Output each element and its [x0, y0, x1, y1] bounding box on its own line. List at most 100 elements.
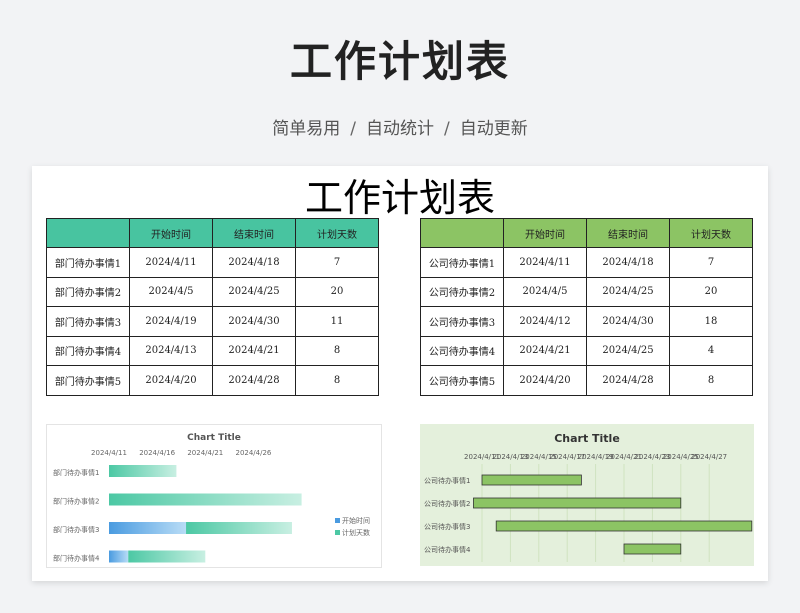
bar-planned-days	[109, 493, 302, 506]
department-plan-table: 开始时间 结束时间 计划天数 部门待办事情1 2024/4/11 2024/4/18…	[46, 218, 379, 396]
department-gantt-svg: Chart Title 2024/4/11 2024/4/16 2024/4/21 20…	[53, 433, 370, 563]
table-cell[interactable]: 20	[295, 276, 379, 307]
bar-planned-days	[186, 522, 292, 534]
table-cell[interactable]: 部门待办事情2	[46, 276, 130, 307]
table-cell[interactable]: 2024/4/19	[129, 306, 213, 337]
table-header-cell	[46, 218, 130, 248]
table-cell[interactable]: 8	[669, 365, 753, 396]
bar-planned-days	[109, 465, 177, 477]
table-cell[interactable]: 8	[295, 365, 379, 396]
table-cell[interactable]: 部门待办事情4	[46, 335, 130, 366]
table-cell[interactable]: 2024/4/11	[503, 247, 587, 278]
table-cell[interactable]: 2024/4/25	[586, 335, 670, 366]
table-header-cell: 计划天数	[295, 218, 379, 248]
page-title: 工作计划表	[289, 37, 510, 86]
table-cell[interactable]: 4	[669, 335, 753, 366]
table-cell[interactable]: 7	[669, 247, 753, 278]
gantt-bar	[623, 543, 682, 555]
table-row: 公司待办事情3 2024/4/12 2024/4/30 18	[420, 306, 753, 337]
page-subtitle: 简单易用 / 自动统计 / 自动更新	[0, 114, 800, 139]
y-category-label: 公司待办事情1	[424, 476, 470, 485]
y-category-label: 公司待办事情2	[424, 499, 470, 508]
table-header-cell: 开始时间	[129, 218, 213, 248]
table-cell[interactable]: 2024/4/25	[212, 276, 296, 307]
y-category-label: 公司待办事情3	[424, 522, 470, 531]
company-gantt-svg: Chart Title2024/4/112024/4/132024/4/1520…	[424, 432, 753, 562]
bar-planned-days	[128, 550, 206, 563]
table-cell[interactable]: 7	[295, 247, 379, 278]
legend-label: 计划天数	[342, 528, 370, 537]
legend-label: 开始时间	[342, 516, 370, 525]
bar-start-offset	[109, 550, 129, 563]
subtitle-part-2: 自动统计	[366, 119, 434, 139]
table-cell[interactable]: 2024/4/5	[129, 276, 213, 307]
table-cell[interactable]: 18	[669, 306, 753, 337]
gantt-bar	[481, 474, 582, 486]
x-tick-label: 2024/4/16	[139, 449, 175, 457]
table-header-cell: 开始时间	[503, 218, 587, 248]
table-cell[interactable]: 2024/4/20	[503, 365, 587, 396]
table-cell[interactable]: 2024/4/12	[503, 306, 587, 337]
y-category-label: 公司待办事情4	[424, 545, 471, 554]
y-category-label: 部门待办事情1	[53, 468, 99, 477]
company-plan-table: 开始时间 结束时间 计划天数 公司待办事情1 2024/4/11 2024/4/18…	[420, 218, 753, 396]
table-row: 部门待办事情2 2024/4/5 2024/4/25 20	[46, 276, 379, 307]
table-row: 部门待办事情3 2024/4/19 2024/4/30 11	[46, 306, 379, 337]
subtitle-part-3: 自动更新	[459, 119, 528, 139]
table-cell[interactable]: 2024/4/30	[586, 306, 670, 337]
gantt-bar	[495, 520, 753, 532]
table-cell[interactable]: 2024/4/25	[586, 276, 670, 307]
chart-title: Chart Title	[554, 432, 620, 445]
subtitle-part-1: 简单易用	[272, 119, 341, 139]
table-cell[interactable]: 部门待办事情3	[46, 306, 130, 337]
table-cell[interactable]: 11	[295, 306, 379, 337]
table-cell[interactable]: 部门待办事情5	[46, 365, 130, 396]
table-cell[interactable]: 2024/4/28	[586, 365, 670, 396]
gantt-bar	[473, 497, 682, 509]
table-cell[interactable]: 2024/4/13	[129, 335, 213, 366]
table-cell[interactable]: 2024/4/5	[503, 276, 587, 307]
table-cell[interactable]: 8	[295, 335, 379, 366]
y-category-label: 部门待办事情4	[53, 554, 100, 563]
table-header-cell: 结束时间	[212, 218, 296, 248]
table-row: 公司待办事情5 2024/4/20 2024/4/28 8	[420, 365, 753, 396]
table-header-cell: 结束时间	[586, 218, 670, 248]
legend-swatch-days	[335, 530, 340, 535]
table-header-cell	[420, 218, 504, 248]
table-cell[interactable]: 2024/4/21	[212, 335, 296, 366]
table-cell[interactable]: 2024/4/21	[503, 335, 587, 366]
table-row: 公司待办事情1 2024/4/11 2024/4/18 7	[420, 247, 753, 278]
table-cell[interactable]: 公司待办事情1	[420, 247, 504, 278]
subtitle-separator: /	[444, 119, 450, 139]
table-row: 部门待办事情4 2024/4/13 2024/4/21 8	[46, 335, 379, 366]
x-tick-label: 2024/4/27	[691, 453, 727, 461]
y-category-label: 部门待办事情2	[53, 497, 99, 506]
chart-title: Chart Title	[187, 433, 241, 443]
table-cell[interactable]: 2024/4/28	[212, 365, 296, 396]
table-cell[interactable]: 2024/4/30	[212, 306, 296, 337]
company-gantt-chart: Chart Title 2024/4/11 2024/4/13 2024/4/15 20…	[420, 424, 754, 566]
x-tick-label: 2024/4/21	[187, 449, 223, 457]
sheet-title: 工作计划表	[304, 176, 495, 220]
table-cell[interactable]: 公司待办事情4	[420, 335, 504, 366]
table-cell[interactable]: 公司待办事情2	[420, 276, 504, 307]
x-tick-label: 2024/4/11	[91, 449, 127, 457]
y-category-label: 部门待办事情3	[53, 525, 99, 534]
table-cell[interactable]: 20	[669, 276, 753, 307]
table-cell[interactable]: 公司待办事情3	[420, 306, 504, 337]
bar-start-offset	[109, 522, 187, 534]
table-cell[interactable]: 2024/4/18	[586, 247, 670, 278]
table-row: 部门待办事情5 2024/4/20 2024/4/28 8	[46, 365, 379, 396]
table-cell[interactable]: 2024/4/11	[129, 247, 213, 278]
legend-swatch-start	[335, 518, 340, 523]
table-cell[interactable]: 公司待办事情5	[420, 365, 504, 396]
subtitle-separator: /	[350, 119, 356, 139]
table-row: 公司待办事情4 2024/4/21 2024/4/25 4	[420, 335, 753, 366]
table-header-cell: 计划天数	[669, 218, 753, 248]
spreadsheet-preview: 工作计划表 开始时间 结束时间 计划天数 部门待办事情1 2024/4/11 202…	[32, 166, 768, 581]
x-tick-label: 2024/4/26	[235, 449, 271, 457]
department-gantt-chart: Chart Title 2024/4/11 2024/4/16 2024/4/21 20…	[46, 424, 382, 568]
table-cell[interactable]: 部门待办事情1	[46, 247, 130, 278]
table-cell[interactable]: 2024/4/18	[212, 247, 296, 278]
table-cell[interactable]: 2024/4/20	[129, 365, 213, 396]
